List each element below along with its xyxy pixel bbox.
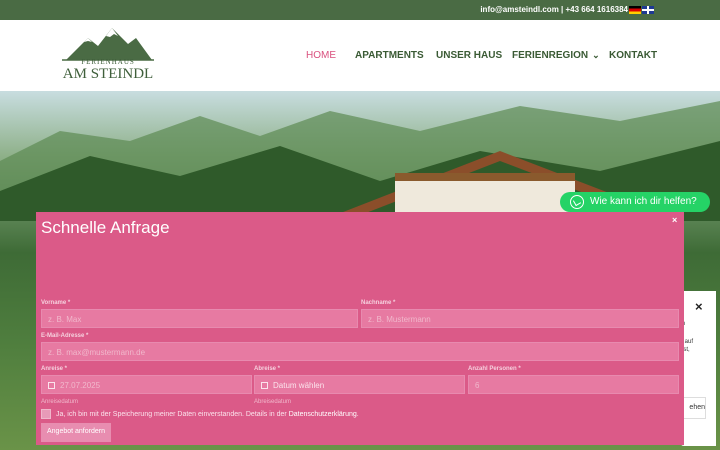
departure-input[interactable]: Datum wählen <box>254 375 465 394</box>
nav-kontakt[interactable]: KONTAKT <box>609 50 657 61</box>
arrival-value: 27.07.2025 <box>60 381 101 390</box>
logo[interactable]: FERIENHAUS AM STEINDL <box>58 28 158 86</box>
modal-title: Schnelle Anfrage <box>41 218 170 237</box>
departure-label: Abreise * <box>254 366 281 372</box>
email-label: E-Mail-Adresse * <box>41 333 89 339</box>
nav-ferienregion[interactable]: FERIENREGION ⌄ <box>512 50 600 61</box>
arrival-input[interactable]: 27.07.2025 <box>41 375 252 394</box>
english-flag-icon[interactable] <box>642 6 654 14</box>
consent-checkbox[interactable] <box>41 409 51 419</box>
cookie-close-icon[interactable]: × <box>695 299 703 314</box>
departure-placeholder: Datum wählen <box>273 381 325 390</box>
request-offer-button[interactable]: Angebot anfordern <box>41 423 111 442</box>
whatsapp-help-button[interactable]: Wie kann ich dir helfen? <box>560 192 710 212</box>
consent-tail: . <box>356 411 359 418</box>
cookie-panel: × m s auf nst, , ehen <box>680 291 716 446</box>
consent-label: Ja, ich bin mit der Speicherung meiner D… <box>56 411 359 418</box>
nav-unser-haus[interactable]: UNSER HAUS <box>436 50 502 61</box>
first-name-label: Vorname * <box>41 300 71 306</box>
modal-close-icon[interactable]: × <box>672 215 677 225</box>
arrival-hint: Anreisedatum <box>41 399 79 405</box>
nav-apartments[interactable]: APARTMENTS <box>355 50 424 61</box>
chevron-down-icon: ⌄ <box>592 50 600 60</box>
calendar-icon <box>48 382 55 389</box>
site-header: FERIENHAUS AM STEINDL HOME APARTMENTS UN… <box>0 20 720 91</box>
last-name-input[interactable]: z. B. Mustermann <box>361 309 679 328</box>
top-bar: info@amsteindl.com | +43 664 1616384 <box>0 0 720 20</box>
email-input[interactable]: z. B. max@mustermann.de <box>41 342 679 361</box>
contact-info[interactable]: info@amsteindl.com | +43 664 1616384 <box>480 5 628 14</box>
last-name-label: Nachname * <box>361 300 396 306</box>
departure-hint: Abreisedatum <box>254 399 292 405</box>
logo-title: AM STEINDL <box>62 66 154 82</box>
german-flag-icon[interactable] <box>629 6 641 14</box>
privacy-policy-link[interactable]: Datenschutzerklärung <box>289 411 357 418</box>
persons-label: Anzahl Personen * <box>468 366 521 372</box>
first-name-input[interactable]: z. B. Max <box>41 309 358 328</box>
quick-inquiry-modal: × Schnelle Anfrage Vorname * z. B. Max N… <box>36 212 684 445</box>
mountain-logo-icon <box>62 28 154 61</box>
nav-ferienregion-label: FERIENREGION <box>512 50 589 61</box>
whatsapp-icon <box>570 195 584 209</box>
calendar-icon <box>261 382 268 389</box>
arrival-label: Anreise * <box>41 366 68 372</box>
nav-home[interactable]: HOME <box>306 50 336 61</box>
logo-subtitle: FERIENHAUS <box>81 58 135 66</box>
consent-text: Ja, ich bin mit der Speicherung meiner D… <box>56 411 289 418</box>
persons-input[interactable]: 6 <box>468 375 679 394</box>
help-label: Wie kann ich dir helfen? <box>590 196 697 207</box>
